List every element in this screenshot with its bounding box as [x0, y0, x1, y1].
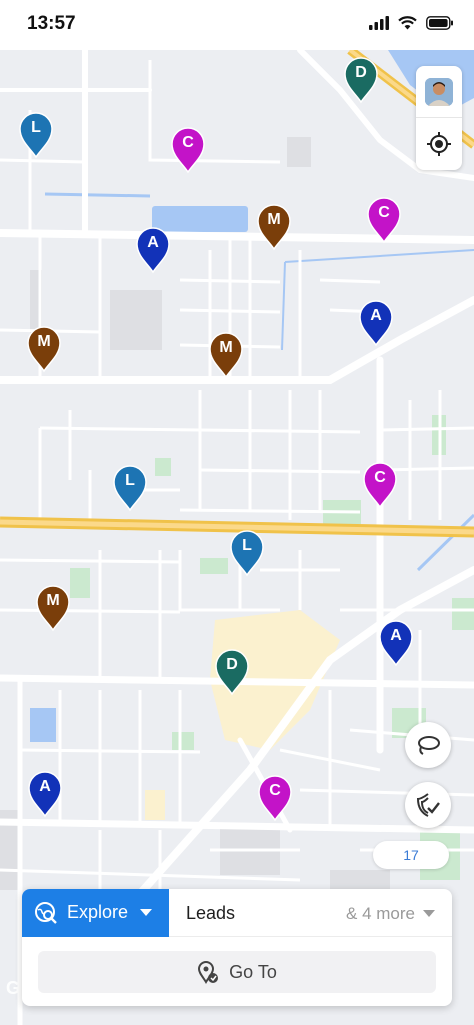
block-1: [110, 290, 162, 350]
map-pin-lead[interactable]: L: [18, 111, 54, 159]
map-pin-customer[interactable]: C: [170, 126, 206, 174]
status-time: 13:57: [27, 13, 76, 34]
go-to-label: Go To: [229, 961, 277, 982]
pin-label: L: [31, 119, 41, 136]
user-avatar: [425, 77, 453, 106]
explore-label: Explore: [67, 902, 129, 922]
status-bar: 13:57: [0, 0, 474, 50]
green-1: [155, 458, 171, 476]
go-to-button[interactable]: Go To: [38, 951, 436, 993]
pond-small: [30, 708, 56, 742]
pin-label: C: [378, 204, 390, 221]
pin-label: M: [267, 211, 281, 228]
google-logo: G: [6, 978, 20, 998]
visible-count-badge: 17: [373, 841, 449, 869]
road-main-1: [0, 229, 474, 244]
map-pin-customer[interactable]: C: [366, 196, 402, 244]
map-pin-agent[interactable]: A: [135, 226, 171, 274]
profile-button[interactable]: [416, 66, 462, 118]
pin-label: A: [390, 627, 402, 644]
pin-label: M: [46, 592, 60, 609]
map-pin-merchant[interactable]: M: [256, 203, 292, 251]
pin-label: L: [125, 472, 135, 489]
map-pin-distributor[interactable]: D: [214, 648, 250, 696]
pin-label: M: [219, 339, 233, 356]
pin-label: L: [242, 537, 252, 554]
battery-icon: [426, 16, 453, 30]
lasso-select-button[interactable]: [405, 722, 451, 768]
green-3: [200, 558, 228, 574]
explore-search-icon: [35, 901, 57, 924]
pin-label: A: [147, 234, 159, 251]
verified-shield-icon: [416, 793, 440, 817]
wifi-icon: [398, 16, 417, 30]
green-6: [172, 732, 194, 750]
map-pin-lead[interactable]: L: [229, 529, 265, 577]
green-2: [70, 568, 90, 598]
pin-label: C: [269, 782, 281, 799]
canal-4: [416, 513, 474, 572]
crosshair-icon: [427, 132, 451, 156]
chevron-down-icon: [423, 910, 435, 917]
bottom-panel: Explore Leads & 4 more Go To: [22, 889, 452, 1006]
leads-filter-label[interactable]: Leads: [186, 903, 235, 924]
signal-icon: [369, 16, 389, 30]
road-main-4: [0, 818, 474, 834]
pin-label: A: [370, 307, 382, 324]
pin-label: A: [39, 778, 51, 795]
canal: [284, 249, 474, 263]
map-pin-agent[interactable]: A: [358, 299, 394, 347]
map-pin-merchant[interactable]: M: [26, 325, 62, 373]
map-pin-agent[interactable]: A: [27, 770, 63, 818]
map-pin-distributor[interactable]: D: [343, 56, 379, 104]
explore-dropdown[interactable]: Explore: [22, 889, 169, 937]
map-pin-merchant[interactable]: M: [35, 584, 71, 632]
map-pin-merchant[interactable]: M: [208, 331, 244, 379]
lasso-icon: [418, 736, 440, 755]
chevron-down-icon: [140, 908, 153, 916]
map-pin-agent[interactable]: A: [378, 619, 414, 667]
location-pin-icon: [198, 961, 219, 984]
pin-label: M: [37, 333, 51, 350]
map-pin-customer[interactable]: C: [257, 774, 293, 822]
park-small: [145, 790, 165, 820]
map-view[interactable]: D L C M C A A M M L C L M A D A C G: [0, 50, 474, 1025]
pin-label: D: [226, 656, 238, 673]
map-pin-lead[interactable]: L: [112, 464, 148, 512]
green-5: [452, 598, 474, 630]
filter-row: Explore Leads & 4 more: [22, 889, 452, 937]
locate-me-button[interactable]: [416, 118, 462, 170]
more-filters-label: & 4 more: [346, 904, 415, 923]
pin-label: C: [182, 134, 194, 151]
pin-label: C: [374, 469, 386, 486]
verified-filter-button[interactable]: [405, 782, 451, 828]
more-filters-dropdown[interactable]: & 4 more: [346, 904, 435, 924]
canal-2: [44, 192, 151, 198]
map-control-stack: [416, 66, 462, 170]
pin-label: D: [355, 64, 367, 81]
canal-3: [281, 261, 286, 351]
map-pin-customer[interactable]: C: [362, 461, 398, 509]
block-2: [287, 137, 311, 167]
status-icons: [369, 16, 454, 30]
